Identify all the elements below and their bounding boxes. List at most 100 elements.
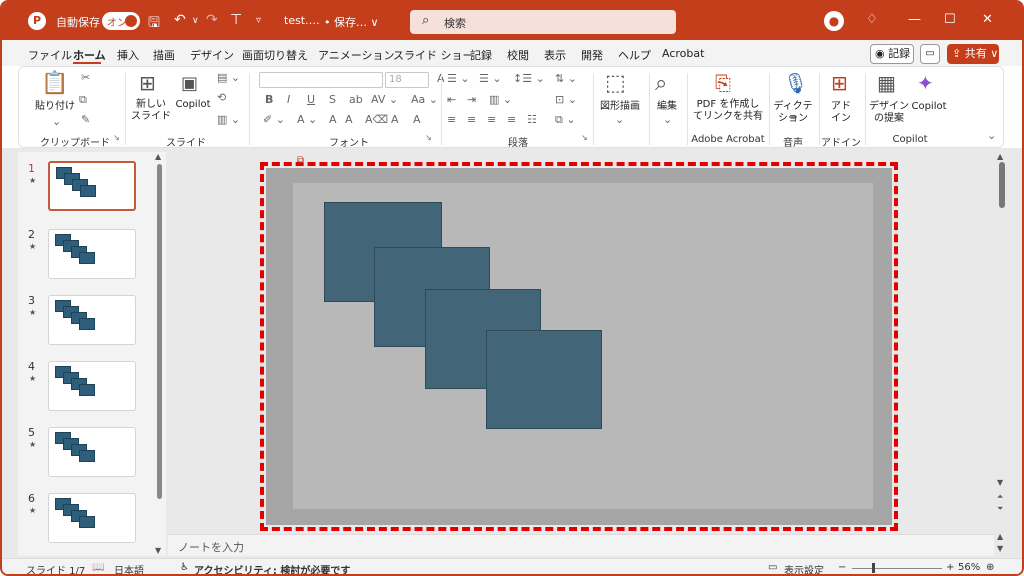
dialog-launcher-icon[interactable]: ↘ (425, 133, 432, 142)
align-left-icon[interactable]: ≡ (447, 113, 456, 126)
scrollbar-thumb[interactable] (157, 164, 162, 499)
tab-view[interactable]: 表示 (544, 47, 566, 63)
maximize-icon[interactable]: ☐ (944, 12, 956, 27)
layout-icon[interactable]: ▤ ⌄ (217, 71, 240, 84)
tab-file[interactable]: ファイル (28, 47, 72, 63)
thumbnails-scrollbar[interactable]: ▲ ▼ (154, 152, 164, 556)
scroll-up-icon[interactable]: ▲ (997, 532, 1003, 541)
designer-icon[interactable]: ▦ (877, 71, 896, 95)
scroll-down-icon[interactable]: ▼ (155, 546, 161, 555)
notes-pane[interactable]: ノートを入力 (168, 534, 994, 556)
pdf-icon[interactable]: ⎘ (715, 71, 731, 95)
fit-to-window-icon[interactable]: ⊕ (986, 562, 994, 573)
reset-icon[interactable]: ⟲ (217, 91, 226, 104)
paste-button[interactable]: 貼り付け (35, 101, 75, 113)
customize-qat-icon[interactable]: ▿ (256, 15, 261, 26)
smartart-icon[interactable]: ⧉ ⌄ (555, 113, 576, 127)
undo-icon[interactable]: ↶ (174, 12, 186, 28)
slide-thumbnail-2[interactable] (48, 229, 136, 279)
pdf-create-label-1[interactable]: PDF を作成し (691, 99, 765, 111)
clear-format-icon[interactable]: A⌫ (365, 113, 388, 126)
designer-label-2[interactable]: の提案 (869, 113, 909, 125)
highlight-icon[interactable]: ✐ ⌄ (263, 113, 285, 126)
text-outline-icon[interactable]: A (413, 113, 421, 126)
scrollbar-thumb[interactable] (999, 162, 1005, 208)
tab-acrobat[interactable]: Acrobat (662, 47, 704, 60)
file-name[interactable]: test.… (284, 14, 320, 27)
shape-draw-button[interactable]: 図形描画 (593, 101, 647, 113)
line-spacing-icon[interactable]: ↕☰ ⌄ (513, 72, 545, 85)
new-slide-label-2[interactable]: スライド (129, 111, 173, 123)
font-color-icon[interactable]: A ⌄ (297, 113, 317, 126)
new-slide-label-1[interactable]: 新しい (129, 99, 173, 111)
tab-design[interactable]: デザイン (190, 47, 234, 63)
cut-icon[interactable]: ✂ (81, 71, 90, 84)
copy-icon[interactable]: ⧉ (79, 93, 87, 107)
tab-home[interactable]: ホーム (73, 47, 106, 63)
slide-scrollbar[interactable]: ▲ ▼ ⏶ ⏷ ▲ ▼ (996, 152, 1008, 556)
align-right-icon[interactable]: ≡ (487, 113, 496, 126)
copilot-slide-icon[interactable]: ▣ (181, 73, 198, 94)
dialog-launcher-icon[interactable]: ↘ (581, 133, 588, 142)
next-slide-icon[interactable]: ⏷ (997, 504, 1003, 514)
slide-counter[interactable]: スライド 1/7 (26, 562, 85, 574)
columns-icon[interactable]: ▥ ⌄ (489, 93, 512, 106)
new-slide-icon[interactable]: ⊞ (139, 71, 156, 95)
minimize-icon[interactable]: — (908, 12, 921, 27)
tab-transitions[interactable]: 画面切り替え (242, 47, 308, 63)
slide-thumbnail-5[interactable] (48, 427, 136, 477)
save-icon[interactable]: 🖫 (148, 12, 160, 36)
ribbon-collapse-icon[interactable]: ⌄ (987, 129, 996, 142)
format-painter-icon[interactable]: ✎ (81, 113, 90, 126)
scroll-down-icon[interactable]: ▼ (997, 478, 1003, 487)
bold-icon[interactable]: B (265, 93, 273, 106)
redo-icon[interactable]: ↷ (206, 12, 218, 28)
tab-developer[interactable]: 開発 (581, 47, 603, 63)
font-size-up-icon[interactable]: A (329, 113, 337, 126)
zoom-out-icon[interactable]: − (838, 562, 846, 573)
tab-help[interactable]: ヘルプ (618, 47, 651, 63)
change-case-icon[interactable]: Aa ⌄ (411, 93, 438, 106)
record-button[interactable]: ◉ 記録 (870, 44, 914, 64)
pdf-create-label-2[interactable]: てリンクを共有 (691, 111, 765, 123)
align-text-icon[interactable]: ⊡ ⌄ (555, 93, 577, 106)
chevron-down-icon[interactable]: ⌄ (615, 113, 624, 126)
justify-icon[interactable]: ≡ (507, 113, 516, 126)
font-size-dropdown[interactable]: 18 (385, 72, 429, 88)
language-indicator[interactable]: 日本語 (114, 562, 144, 574)
slide-thumbnail-4[interactable] (48, 361, 136, 411)
display-settings-icon[interactable]: ▭ (768, 562, 777, 573)
decrease-indent-icon[interactable]: ⇤ (447, 93, 456, 106)
char-spacing-icon[interactable]: AV ⌄ (371, 93, 398, 106)
chevron-down-icon[interactable]: ⌄ (663, 113, 672, 126)
designer-label-1[interactable]: デザイン (869, 101, 909, 113)
slide-thumbnail-6[interactable] (48, 493, 136, 543)
font-size-down-icon[interactable]: A (345, 113, 353, 126)
zoom-slider-thumb[interactable] (872, 563, 875, 573)
tab-review[interactable]: 校閲 (507, 47, 529, 63)
close-icon[interactable]: ✕ (982, 12, 993, 27)
text-effects-icon[interactable]: A (391, 113, 399, 126)
scroll-up-icon[interactable]: ▲ (997, 152, 1003, 161)
scroll-up-icon[interactable]: ▲ (155, 152, 161, 161)
addins-icon[interactable]: ⊞ (831, 71, 848, 95)
dictate-label-2[interactable]: ション (771, 113, 815, 125)
chevron-down-icon[interactable]: ⌄ (52, 115, 61, 128)
shadow-icon[interactable]: ab (349, 93, 363, 106)
zoom-in-icon[interactable]: + (946, 562, 954, 573)
copilot-main-button[interactable]: Copilot (909, 101, 949, 113)
copilot-button[interactable]: Copilot (173, 99, 213, 111)
slide-thumbnail-3[interactable] (48, 295, 136, 345)
slide-thumbnail-1[interactable] (48, 161, 136, 211)
edit-button[interactable]: 編集 (649, 101, 685, 113)
addin-label-2[interactable]: イン (823, 113, 859, 125)
spelling-icon[interactable]: 📖 (92, 562, 104, 573)
underline-icon[interactable]: U (307, 93, 315, 106)
tab-insert[interactable]: 挿入 (117, 47, 139, 63)
undo-dropdown-icon[interactable]: ∨ (192, 16, 199, 26)
addin-label-1[interactable]: アド (823, 101, 859, 113)
font-name-dropdown[interactable] (259, 72, 383, 88)
previous-slide-icon[interactable]: ⏶ (997, 492, 1003, 502)
tab-draw[interactable]: 描画 (153, 47, 175, 63)
paste-icon[interactable]: 📋 (41, 71, 68, 96)
